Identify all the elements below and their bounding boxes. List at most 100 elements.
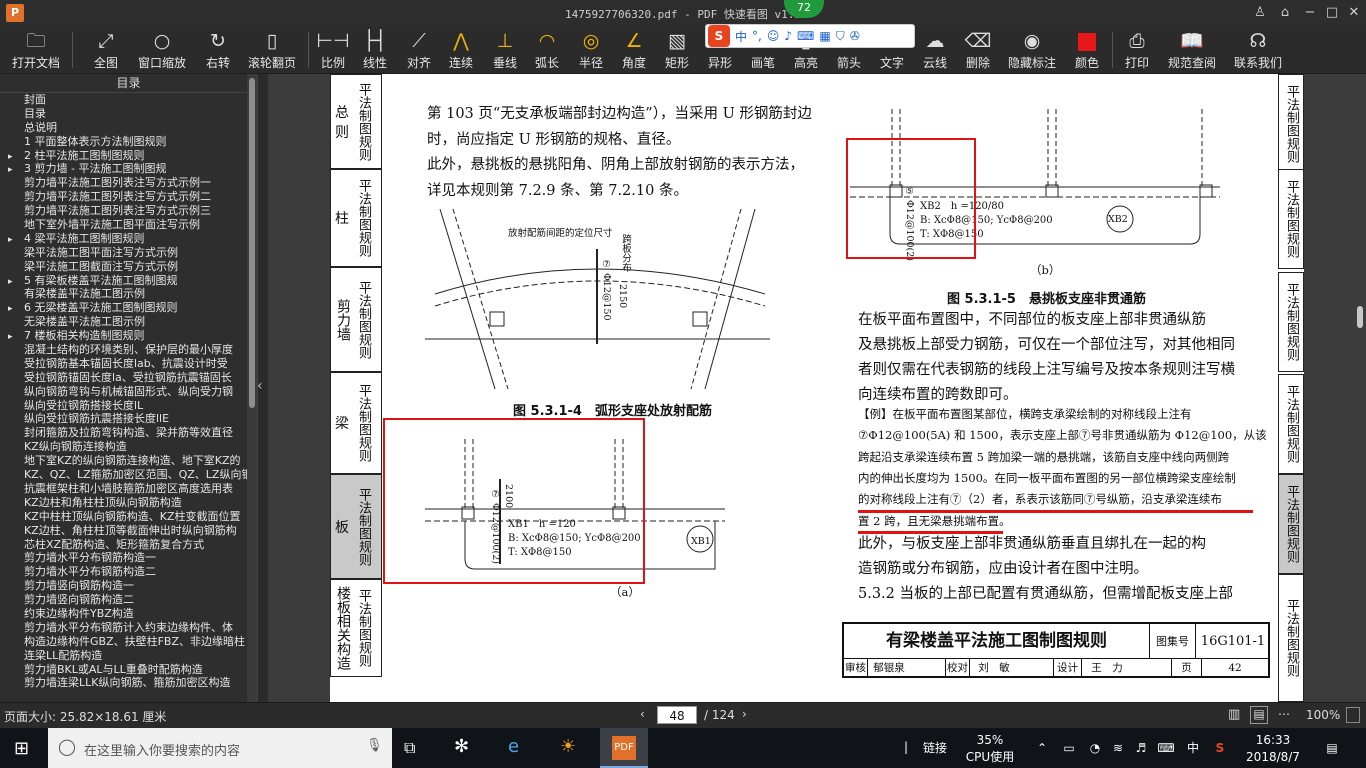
perpendicular-button[interactable]: ⊥ 垂线: [488, 26, 522, 74]
arc-length-button[interactable]: ◠ 弧长: [530, 26, 564, 74]
toc-item[interactable]: 梁平法施工图截面注写方式示例: [0, 260, 257, 274]
user-icon[interactable]: ♙: [1250, 3, 1270, 23]
sogou-tray-icon[interactable]: S: [1210, 728, 1230, 768]
toc-item[interactable]: 纵向钢筋弯钩与机械锚固形式、纵向受力钢: [0, 385, 257, 399]
toc-item[interactable]: 目录: [0, 107, 257, 121]
spec-query-button[interactable]: 📖 规范查阅: [1164, 26, 1220, 74]
delete-button[interactable]: ⌫ 删除: [961, 26, 995, 74]
toc-expand-icon[interactable]: ▸: [8, 303, 20, 315]
window-zoom-button[interactable]: ○ 窗口缩放: [134, 26, 190, 74]
toc-item[interactable]: 约束边缘构件YBZ构造: [0, 607, 257, 621]
battery-icon[interactable]: ▭: [1058, 728, 1080, 768]
toc-item[interactable]: 总说明: [0, 121, 257, 135]
toc-item[interactable]: 有梁楼盖平法施工图示例: [0, 287, 257, 301]
toc-item[interactable]: 剪力墙水平分布钢筋构造一: [0, 551, 257, 565]
toc-item[interactable]: 剪力墙水平分布钢筋计入约束边缘构件、体: [0, 621, 257, 635]
red-annotation-box-a[interactable]: [383, 418, 645, 584]
ime-language[interactable]: 中: [1184, 728, 1202, 768]
toc-item[interactable]: 1 平面整体表示方法制图规则: [0, 135, 257, 149]
toc-item[interactable]: 受拉钢筋基本锚固长度lab、抗震设计时受: [0, 357, 257, 371]
color-button[interactable]: 颜色: [1070, 26, 1104, 74]
keyboard-icon[interactable]: ⌨: [797, 29, 814, 43]
toc-item[interactable]: ▸ 3 剪力墙 - 平法施工图制图规: [0, 162, 257, 176]
toc-item[interactable]: 剪力墙平法施工图列表注写方式示例一: [0, 176, 257, 190]
open-document-button[interactable]: 🗀 打开文档: [8, 26, 64, 74]
minimize-button[interactable]: −: [1300, 3, 1320, 23]
zoom-out-icon[interactable]: ⋯: [1278, 707, 1290, 721]
toc-item[interactable]: 剪力墙竖向钢筋构造二: [0, 593, 257, 607]
toc-expand-icon[interactable]: ▸: [8, 331, 20, 343]
task-view-icon[interactable]: ⧉: [404, 738, 415, 758]
toc-item[interactable]: 剪力墙平法施工图列表注写方式示例二: [0, 190, 257, 204]
browser-icon[interactable]: e: [508, 736, 519, 757]
toc-expand-icon[interactable]: ▸: [8, 234, 20, 246]
fit-page-view-icon[interactable]: ▤: [1250, 706, 1268, 724]
toc-item[interactable]: 剪力墙竖向钢筋构造一: [0, 579, 257, 593]
toc-item[interactable]: KZ纵向钢筋连接构造: [0, 440, 257, 454]
toc-scroll-thumb[interactable]: [249, 78, 255, 408]
print-button[interactable]: ⎙ 打印: [1120, 26, 1154, 74]
red-annotation-box-b[interactable]: [846, 138, 976, 259]
toc-item[interactable]: 构造边缘构件GBZ、扶壁柱FBZ、非边缘暗柱: [0, 635, 257, 649]
toc-item[interactable]: KZ、QZ、LZ箍筋加密区范围、QZ、LZ纵向钢: [0, 468, 257, 482]
toc-item[interactable]: 无梁楼盖平法施工图示例: [0, 315, 257, 329]
toc-item[interactable]: 剪力墙连梁LLK纵向钢筋、箍筋加密区构造: [0, 676, 257, 690]
collapse-sidebar-icon[interactable]: ‹: [257, 378, 267, 398]
ime-mode[interactable]: 中: [735, 28, 747, 45]
microphone-icon[interactable]: ♪: [784, 29, 792, 43]
viewer-scroll-thumb[interactable]: [1357, 306, 1363, 328]
toc-item[interactable]: KZ中柱柱顶纵向钢筋构造、KZ柱变截面位置: [0, 510, 257, 524]
windows-start-icon[interactable]: ⊞: [14, 738, 29, 759]
pdf-viewer-taskbar-button[interactable]: PDF: [600, 728, 648, 768]
contact-us-button[interactable]: ☊ 联系我们: [1230, 26, 1286, 74]
hide-marks-button[interactable]: ◉ 隐藏标注: [1006, 26, 1058, 74]
emoji-icon[interactable]: ☺: [767, 29, 780, 43]
volume-icon[interactable]: ♬: [1130, 728, 1152, 768]
toc-item[interactable]: 剪力墙BKL或AL与LL重叠时配筋构造: [0, 663, 257, 677]
shirt-icon[interactable]: ⛉: [836, 29, 845, 44]
toc-item[interactable]: ▸ 2 柱平法施工图制图规则: [0, 149, 257, 163]
toc-item[interactable]: 受拉钢筋锚固长度la、受拉钢筋抗震锚固长: [0, 371, 257, 385]
toc-item[interactable]: 剪力墙水平分布钢筋构造二: [0, 565, 257, 579]
ime-toolbar[interactable]: S 中 °, ☺ ♪ ⌨ ▦ ⛉ ✇: [705, 24, 915, 48]
ratio-button[interactable]: ⊢⊣ 比例: [316, 26, 350, 74]
toc-item[interactable]: ▸ 4 梁平法施工图制图规则: [0, 232, 257, 246]
toc-item[interactable]: ▸ 7 楼板相关构造制图规则: [0, 329, 257, 343]
continuous-button[interactable]: ⋀ 连续: [444, 26, 478, 74]
skin-icon[interactable]: ⌂: [1275, 3, 1295, 23]
angle-button[interactable]: ∠ 角度: [617, 26, 651, 74]
toc-item[interactable]: 封面: [0, 93, 257, 107]
radius-button[interactable]: ◎ 半径: [574, 26, 608, 74]
zoom-level[interactable]: 100%: [1306, 708, 1340, 722]
page-number-input[interactable]: 48: [657, 706, 697, 724]
toc-item[interactable]: 纵向受拉钢筋搭接长度lL: [0, 399, 257, 413]
keyboard-icon[interactable]: ⌨: [1154, 728, 1178, 768]
linear-button[interactable]: ├┤ 线性: [358, 26, 392, 74]
fan-app-icon[interactable]: ✻: [454, 736, 469, 757]
document-viewer[interactable]: 总则 平法制图规则柱平法制图规则 剪力墙 平法制图规则梁平法制图规则板平法制图规则 楼板…: [268, 74, 1354, 702]
wrench-icon[interactable]: ✇: [850, 29, 860, 43]
rectangle-button[interactable]: ▧ 矩形: [660, 26, 694, 74]
toc-item[interactable]: 梁平法施工图平面注写方式示例: [0, 246, 257, 260]
red-underline-1[interactable]: [858, 510, 1253, 513]
toc-item[interactable]: 剪力墙平法施工图列表注写方式示例三: [0, 204, 257, 218]
close-button[interactable]: ✕: [1344, 3, 1364, 23]
notification-icon[interactable]: ▤: [1320, 728, 1344, 768]
grid-icon[interactable]: ▦: [819, 29, 830, 43]
toc-item[interactable]: 地下室外墙平法施工图平面注写示例: [0, 218, 257, 232]
full-view-button[interactable]: ⤢ 全图: [86, 26, 126, 74]
cloud-line-button[interactable]: ☁ 云线: [918, 26, 952, 74]
toc-item[interactable]: 封闭箍筋及拉筋弯钩构造、梁并筋等效直径: [0, 426, 257, 440]
toc-item[interactable]: ▸ 5 有梁板楼盖平法施工图制图规: [0, 274, 257, 288]
toc-item[interactable]: ▸ 6 无梁楼盖平法施工图制图规则: [0, 301, 257, 315]
scroll-page-button[interactable]: ▯ 滚轮翻页: [246, 26, 298, 74]
cpu-usage[interactable]: 35% CPU使用: [960, 728, 1020, 768]
app-icon[interactable]: ☀: [560, 736, 576, 757]
ime-punctuation[interactable]: °,: [752, 29, 762, 43]
zoom-dropdown[interactable]: [1346, 707, 1360, 723]
network-icon[interactable]: ◔: [1084, 728, 1106, 768]
clock[interactable]: 16:33 2018/8/7: [1240, 728, 1306, 768]
viewer-scrollbar[interactable]: [1354, 74, 1366, 702]
toc-item[interactable]: 抗震框架柱和小墙肢箍筋加密区高度选用表: [0, 482, 257, 496]
toc-item[interactable]: 纵向受拉钢筋抗震搭接长度llE: [0, 412, 257, 426]
